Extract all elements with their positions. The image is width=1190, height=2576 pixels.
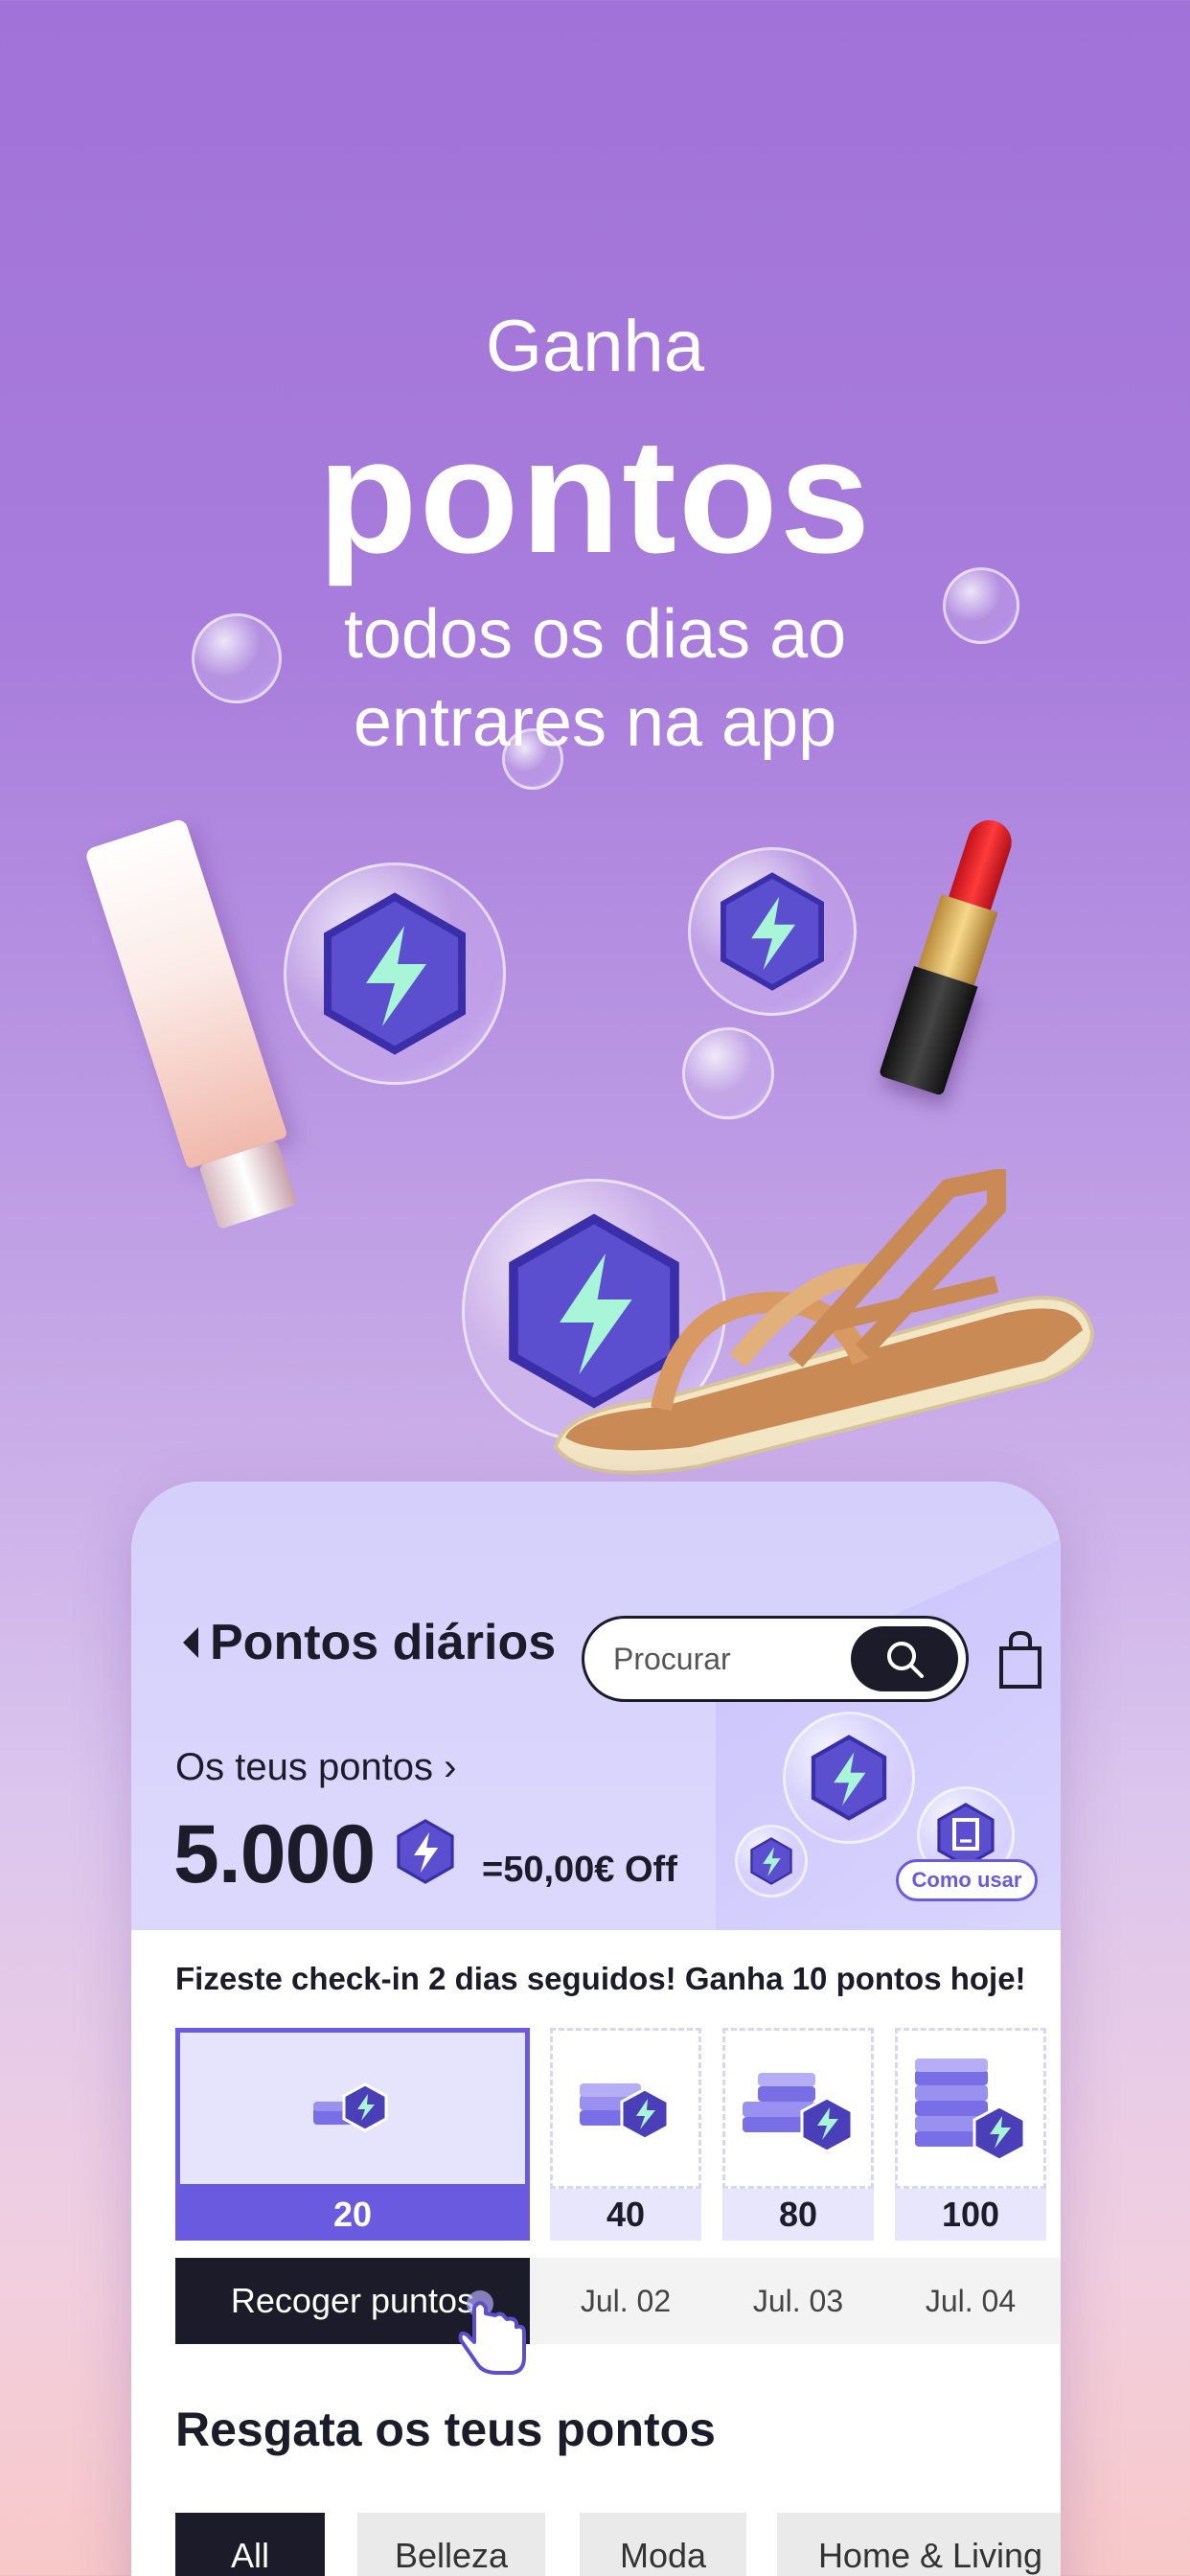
bubble — [682, 1027, 774, 1119]
hero-line-3b: entrares na app — [353, 684, 837, 761]
points-number: 5.000 — [173, 1808, 376, 1900]
sandal-image — [553, 1169, 1095, 1475]
app-screen-card: Pontos diários Procurar Os teus pontos ›… — [131, 1482, 1061, 2576]
coin-stack-icon — [743, 2073, 854, 2151]
checkin-dates-row: Recoger puntos Jul. 02 Jul. 03 Jul. 04 — [175, 2258, 1061, 2344]
bolt-hex-icon — [792, 1721, 905, 1834]
bubble — [502, 728, 563, 790]
day-date: Jul. 04 — [925, 2284, 1017, 2318]
day-date: Jul. 02 — [580, 2284, 672, 2318]
how-to-use-button[interactable]: Como usar — [896, 1859, 1038, 1901]
lipstick-tip — [949, 814, 1018, 910]
day-points: 80 — [722, 2189, 874, 2241]
nav-bar: Pontos diários — [183, 1614, 556, 1671]
shopping-bag-icon[interactable] — [997, 1629, 1043, 1690]
bubble — [192, 613, 282, 703]
hero-line-2: pontos — [317, 405, 873, 587]
bolt-hex-icon — [397, 1819, 454, 1884]
pointer-hand-icon — [458, 2290, 526, 2375]
page-title: Pontos diários — [210, 1615, 557, 1670]
tube-body — [83, 817, 288, 1170]
day-date: Jul. 03 — [752, 2284, 844, 2318]
search-button[interactable] — [851, 1626, 958, 1691]
search-input[interactable]: Procurar — [582, 1616, 969, 1702]
cream-tube-image — [83, 817, 309, 1232]
category-chip-all[interactable]: All — [175, 2513, 325, 2576]
day-points: 100 — [895, 2189, 1046, 2241]
category-chip-belleza[interactable]: Belleza — [357, 2513, 545, 2576]
points-value: 5.000 — [173, 1807, 454, 1902]
checkin-day-4[interactable]: 100 — [895, 2028, 1046, 2241]
checkin-day-3[interactable]: 80 — [722, 2028, 874, 2241]
coin-stack-icon — [313, 2082, 388, 2132]
day-reward-box — [895, 2028, 1046, 2189]
points-equivalent: =50,00€ Off — [482, 1850, 677, 1890]
day-points: 40 — [550, 2189, 701, 2241]
search-placeholder: Procurar — [613, 1642, 731, 1676]
category-chip-home-living[interactable]: Home & Living — [777, 2513, 1061, 2576]
checkin-day-2[interactable]: 40 — [550, 2028, 701, 2241]
points-link[interactable]: Os teus pontos › — [175, 1746, 456, 1789]
hero-line-1: Ganha — [485, 306, 705, 387]
checkin-message: Fizeste check-in 2 dias seguidos! Ganha … — [175, 1961, 1026, 1996]
lipstick-case — [878, 965, 978, 1096]
lipstick-image — [878, 811, 1028, 1096]
coin-stack-icon — [915, 2058, 1026, 2162]
day-reward-box — [550, 2028, 701, 2189]
bubble — [943, 567, 1019, 644]
bolt-hex-icon — [698, 857, 847, 1006]
day-reward-box — [175, 2028, 530, 2189]
coin-stack-icon — [580, 2083, 670, 2141]
category-chip-moda[interactable]: Moda — [580, 2513, 746, 2576]
search-icon — [887, 1642, 924, 1678]
bolt-hex-icon — [739, 1828, 804, 1894]
day-points: 20 — [175, 2189, 530, 2241]
redeem-title: Resgata os teus pontos — [175, 2403, 716, 2456]
checkin-day-1[interactable]: 20 — [175, 2028, 530, 2241]
bolt-hex-icon — [299, 878, 491, 1070]
day-reward-box — [722, 2028, 874, 2189]
chevron-left-icon[interactable] — [183, 1627, 198, 1658]
